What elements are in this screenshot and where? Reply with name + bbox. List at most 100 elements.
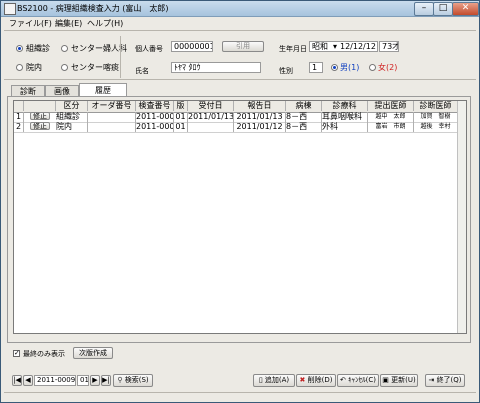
age-field: 73才 [379, 41, 399, 52]
col-header-dept: 診療科 [322, 101, 368, 111]
patient-id-field[interactable]: 000000015 [171, 41, 213, 52]
dob-field[interactable]: 12/12/12 [338, 41, 378, 52]
radio-inhouse[interactable] [16, 64, 23, 71]
row-reported: 2011/01/12 [234, 122, 286, 132]
sex-label: 性別 [279, 67, 293, 75]
row-ward: 8－西 [286, 112, 322, 122]
radio-male-label: 男(1) [340, 63, 360, 72]
col-header-received: 受付日 [188, 101, 234, 111]
grid-vertical-scrollbar[interactable] [457, 101, 466, 333]
row-edit-button[interactable]: 修正 [30, 122, 50, 130]
era-value: 昭和 [312, 42, 328, 51]
table-row[interactable]: 2 修正 院内 2011-0005 01 2011/01/12 8－西 外科 富… [14, 122, 458, 133]
nav-first-button[interactable]: |◀ [12, 375, 22, 386]
nav-next-button[interactable]: ▶ [90, 375, 100, 386]
update-button[interactable]: ▣ 更新(U) [380, 374, 418, 387]
radio-histology[interactable] [16, 45, 23, 52]
menu-divider [4, 30, 476, 31]
radio-center-gyn[interactable] [61, 45, 68, 52]
menu-help[interactable]: ヘルプ(H) [87, 18, 123, 29]
search-button[interactable]: ⚲ 検索(S) [113, 374, 153, 387]
row-diagnoser: 越後 幸村 [414, 122, 458, 132]
delete-button-label: 削除(D) [307, 376, 333, 384]
col-header-diagnoser: 診断医師 [414, 101, 458, 111]
row-no: 2 [14, 122, 24, 132]
latest-only-label: 最終のみ表示 [23, 350, 65, 358]
history-grid: 区分 オーダ番号 検査番号 版 受付日 報告日 病棟 診療科 提出医師 診断医師… [13, 100, 467, 334]
save-icon: ▣ [382, 376, 389, 384]
patient-name-label: 氏名 [135, 67, 149, 75]
col-header-exam: 検査番号 [136, 101, 174, 111]
main-window: BS2100 - 病理組織検査入力 (富山 太郎) – □ ✕ ファイル(F) … [0, 0, 480, 403]
row-received [188, 122, 234, 132]
next-version-button[interactable]: 次版作成 [73, 347, 113, 359]
binoculars-icon: ⚲ [117, 376, 123, 384]
nav-ver-field[interactable]: 01 [77, 375, 89, 386]
header-divider [4, 79, 476, 80]
col-header-type: 区分 [56, 101, 88, 111]
dob-label: 生年月日 [279, 45, 307, 53]
nav-prev-button[interactable]: ◀ [23, 375, 33, 386]
col-header-action [24, 101, 56, 111]
chevron-down-icon: ▾ [332, 42, 337, 51]
row-edit-button[interactable]: 修正 [30, 112, 50, 120]
row-ward: 8－西 [286, 122, 322, 132]
filter-divider [120, 36, 121, 78]
col-header-order: オーダ番号 [88, 101, 136, 111]
col-header-no [14, 101, 24, 111]
delete-icon: ✖ [299, 376, 306, 384]
col-header-reported: 報告日 [234, 101, 286, 111]
delete-button[interactable]: ✖ 削除(D) [296, 374, 336, 387]
radio-male[interactable] [331, 64, 338, 71]
title-bar: BS2100 - 病理組織検査入力 (富山 太郎) – □ ✕ [1, 1, 479, 17]
menu-file[interactable]: ファイル(F) [9, 18, 52, 29]
row-dept: 耳鼻咽喉科 [322, 112, 368, 122]
patient-id-label: 個人番号 [135, 45, 163, 53]
col-header-ver: 版 [174, 101, 188, 111]
tab-history[interactable]: 履歴 [79, 83, 127, 97]
quote-button[interactable]: 引用 [222, 41, 264, 52]
row-dept: 外科 [322, 122, 368, 132]
menu-bar: ファイル(F) 編集(E) ヘルプ(H) [1, 17, 479, 29]
row-ver: 01 [174, 112, 188, 122]
tab-diagnosis[interactable]: 診断 [11, 85, 45, 96]
add-button-label: 追加(A) [264, 376, 290, 384]
row-diagnoser: 加賀 智樹 [414, 112, 458, 122]
update-button-label: 更新(U) [391, 376, 416, 384]
tab-images[interactable]: 画像 [45, 85, 79, 96]
radio-center-sputum[interactable] [61, 64, 68, 71]
undo-icon: ↶ [340, 376, 346, 384]
window-title: BS2100 - 病理組織検査入力 (富山 太郎) [17, 4, 169, 13]
nav-exam-field[interactable]: 2011-0009 [34, 375, 76, 386]
row-type: 院内 [56, 122, 88, 132]
radio-histology-label: 組織診 [26, 44, 50, 53]
radio-inhouse-label: 院内 [26, 63, 42, 72]
row-action-cell: 修正 [24, 112, 56, 122]
patient-name-field[interactable]: ﾄﾔﾏ ﾀﾛｳ [171, 62, 261, 73]
add-button[interactable]: ▯ 追加(A) [253, 374, 295, 387]
row-ver: 01 [174, 122, 188, 132]
exit-button-label: 終了(Q) [436, 376, 462, 384]
cancel-button-label: ｷｬﾝｾﾙ(C) [348, 376, 376, 384]
sex-field[interactable]: 1 [309, 62, 323, 73]
row-order [88, 122, 136, 132]
status-divider [4, 392, 476, 393]
app-icon [4, 3, 16, 15]
exit-icon: ⇥ [428, 376, 435, 384]
menu-edit[interactable]: 編集(E) [55, 18, 82, 29]
close-button[interactable]: ✕ [452, 2, 479, 16]
search-button-label: 検索(S) [124, 376, 149, 384]
latest-only-checkbox[interactable]: ✓ [13, 350, 20, 357]
row-action-cell: 修正 [24, 122, 56, 132]
era-select[interactable]: 昭和 ▾ [309, 41, 339, 52]
radio-female[interactable] [369, 64, 376, 71]
radio-center-gyn-label: センター婦人科 [71, 44, 127, 53]
maximize-button[interactable]: □ [433, 2, 453, 16]
cancel-button[interactable]: ↶ ｷｬﾝｾﾙ(C) [337, 374, 379, 387]
exit-button[interactable]: ⇥ 終了(Q) [425, 374, 465, 387]
nav-last-button[interactable]: ▶| [101, 375, 111, 386]
minimize-button[interactable]: – [414, 2, 434, 16]
document-icon: ▯ [258, 376, 263, 384]
row-order [88, 112, 136, 122]
row-reported: 2011/01/13 [234, 112, 286, 122]
